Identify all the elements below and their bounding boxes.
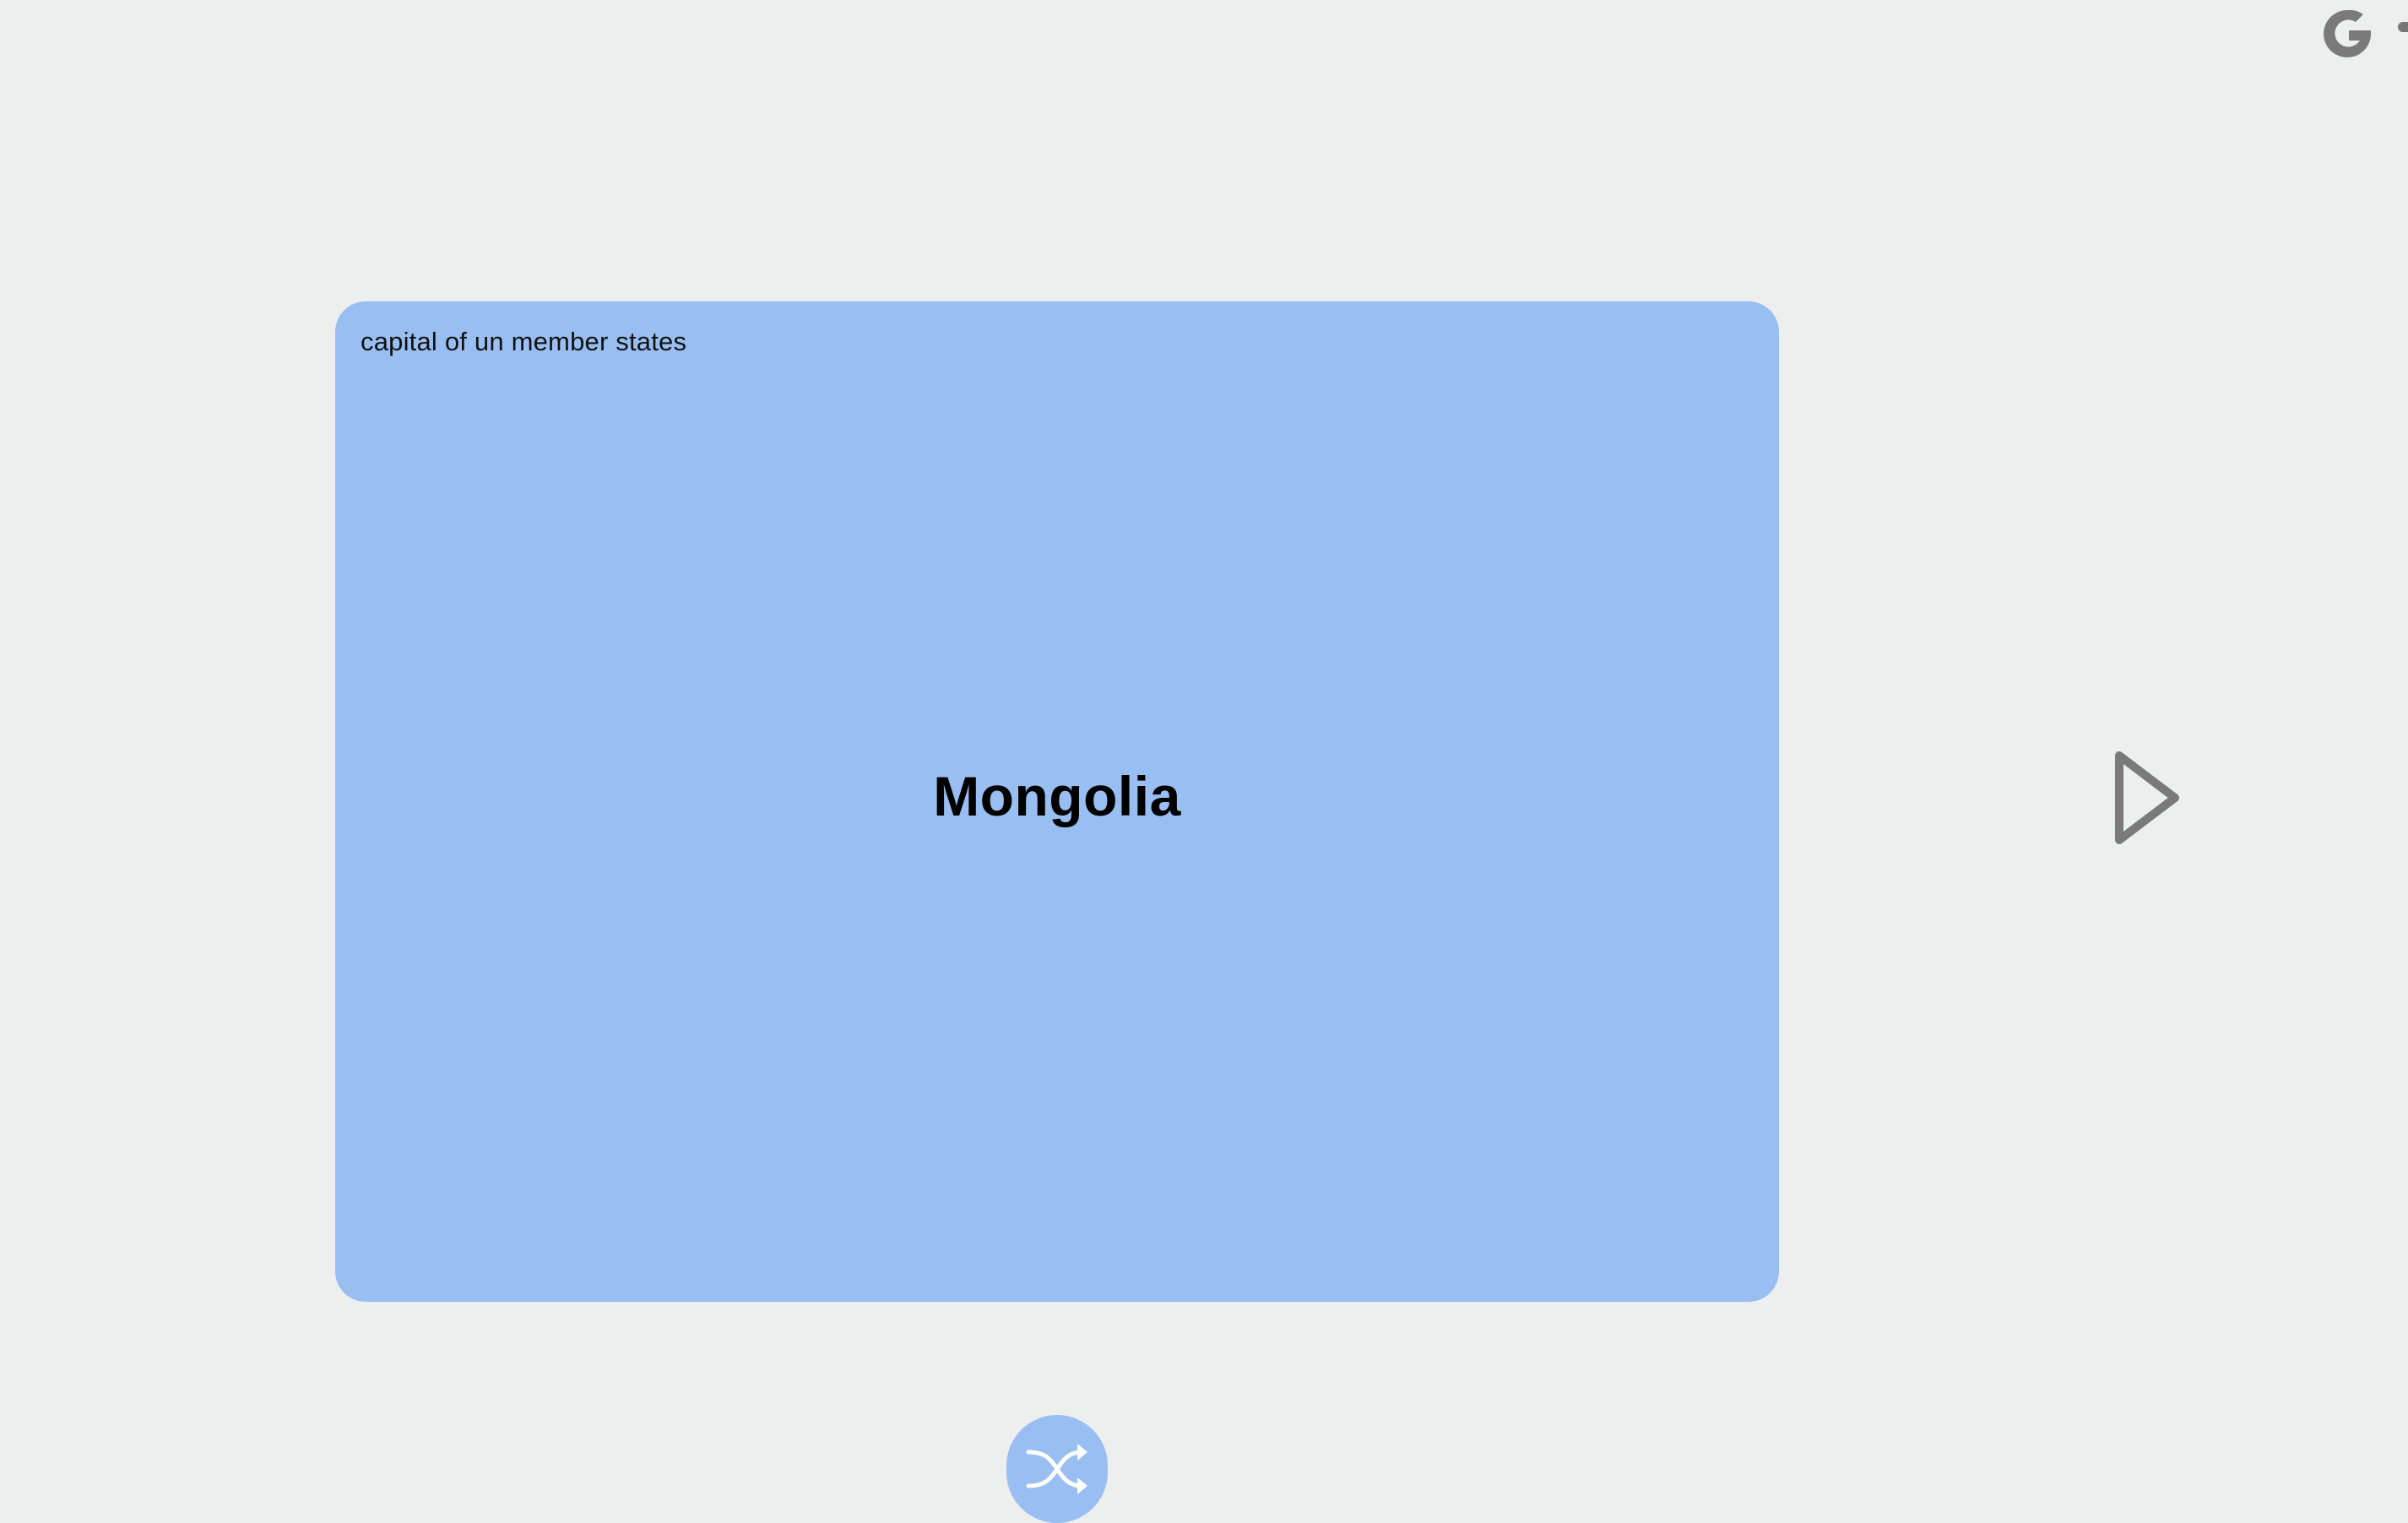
flashcard-page: capital of un member states Mongolia: [0, 0, 2408, 1523]
play-next-icon: [2115, 751, 2179, 844]
shuffle-icon: [1026, 1444, 1087, 1494]
card-category-label: capital of un member states: [361, 327, 687, 356]
google-g-icon[interactable]: [2312, 0, 2383, 69]
card-term: Mongolia: [933, 765, 1181, 827]
header-partial-icon: [2398, 22, 2408, 32]
shuffle-button[interactable]: [1006, 1415, 1108, 1523]
next-card-button[interactable]: [2109, 745, 2183, 850]
flashcard[interactable]: capital of un member states Mongolia: [335, 301, 1779, 1302]
